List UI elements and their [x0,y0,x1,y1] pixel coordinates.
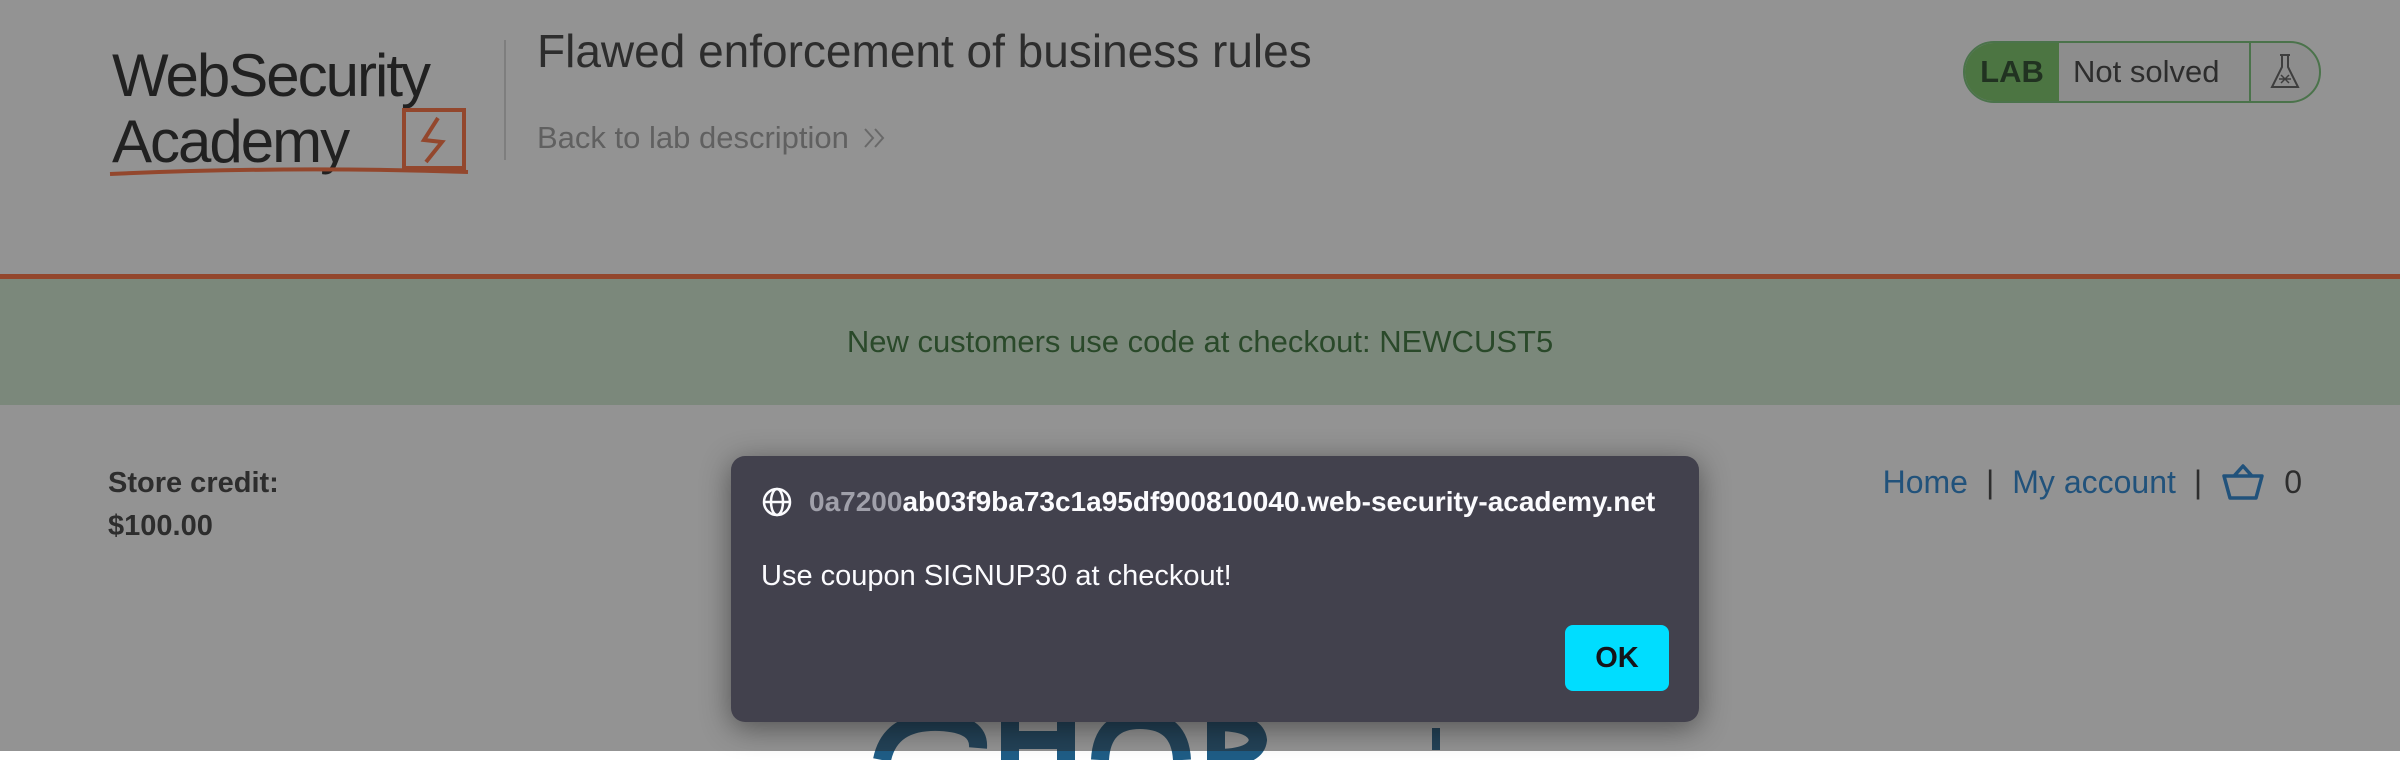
globe-icon [762,487,792,517]
origin-faded-prefix: 0a7200 [809,486,903,517]
ok-button[interactable]: OK [1565,625,1669,691]
dialog-origin: 0a7200ab03f9ba73c1a95df900810040.web-sec… [761,486,1661,518]
dialog-message: Use coupon SIGNUP30 at checkout! [761,560,1232,592]
origin-host: ab03f9ba73c1a95df900810040.web-security-… [902,486,1656,517]
alert-dialog: 0a7200ab03f9ba73c1a95df900810040.web-sec… [731,456,1699,722]
